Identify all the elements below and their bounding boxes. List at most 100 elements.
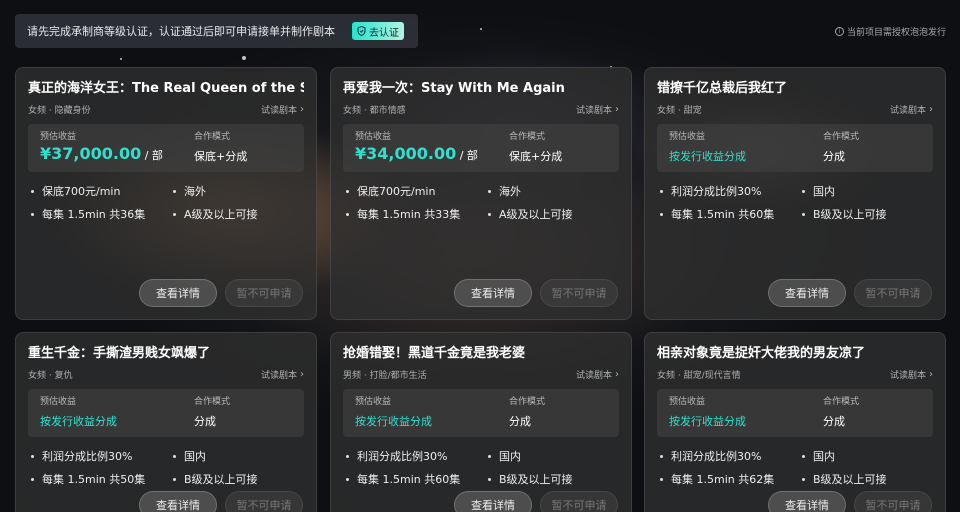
feature-text: 海外: [499, 185, 521, 198]
view-details-label: 查看详情: [156, 499, 200, 512]
apply-button-disabled: 暂不可申请: [854, 279, 932, 307]
card-genre: 女频 · 隐藏身份: [28, 105, 91, 116]
mode-label: 合作模式: [509, 132, 546, 142]
trial-script-link[interactable]: 试读剧本 ›: [890, 368, 933, 381]
income-label: 预估收益: [40, 132, 77, 142]
feature-text: A级及以上可接: [184, 208, 258, 221]
feature-item: B级及以上可接: [799, 207, 933, 222]
feature-item: B级及以上可接: [170, 472, 304, 487]
mode-label: 合作模式: [194, 397, 231, 407]
feature-text: 利润分成比例30%: [671, 450, 762, 463]
income-label: 预估收益: [355, 132, 392, 142]
bullet-dot-icon: [173, 190, 176, 193]
trial-script-link[interactable]: 试读剧本 ›: [576, 103, 619, 116]
certify-button[interactable]: 去认证: [352, 22, 404, 40]
feature-text: 利润分成比例30%: [671, 185, 762, 198]
price-unit: / 部: [144, 149, 163, 162]
script-card: 真正的海洋女王：The Real Queen of the Sea 女频 · 隐…: [15, 67, 317, 320]
feature-item: 每集 1.5min 共50集: [28, 472, 170, 487]
feature-item: 国内: [170, 449, 304, 464]
trial-script-label: 试读剧本: [575, 105, 612, 116]
cooperation-mode: 分成: [823, 415, 845, 428]
bullet-dot-icon: [660, 190, 663, 193]
feature-item: 每集 1.5min 共36集: [28, 207, 170, 222]
feature-list: 利润分成比例30% 国内 每集 1.5min 共60集 B级及以上可接: [657, 184, 933, 222]
apply-disabled-label: 暂不可申请: [865, 499, 921, 512]
view-details-label: 查看详情: [156, 287, 200, 300]
income-info-box: 预估收益 按发行收益分成 合作模式 分成: [343, 389, 619, 437]
feature-item: 海外: [485, 184, 619, 199]
bullet-dot-icon: [173, 213, 176, 216]
cooperation-mode: 分成: [194, 415, 216, 428]
trial-script-link[interactable]: 试读剧本 ›: [576, 368, 619, 381]
view-details-button[interactable]: 查看详情: [139, 491, 217, 512]
feature-item: 国内: [799, 184, 933, 199]
income-info-box: 预估收益 按发行收益分成 合作模式 分成: [657, 124, 933, 172]
income-label: 预估收益: [669, 397, 706, 407]
view-details-button[interactable]: 查看详情: [454, 279, 532, 307]
view-details-label: 查看详情: [785, 287, 829, 300]
apply-button-disabled: 暂不可申请: [854, 491, 932, 512]
feature-item: 每集 1.5min 共62集: [657, 472, 799, 487]
trial-script-link[interactable]: 试读剧本 ›: [261, 103, 304, 116]
income-share-text: 按发行收益分成: [355, 415, 432, 428]
bullet-dot-icon: [173, 455, 176, 458]
card-genre: 女频 · 复仇: [28, 370, 73, 381]
bullet-dot-icon: [346, 213, 349, 216]
notice-text: 请先完成承制商等级认证，认证通过后即可申请接单并制作剧本: [27, 25, 335, 38]
cooperation-mode: 保底+分成: [194, 150, 248, 163]
card-title: 抢婚错娶！黑道千金竟是我老婆: [343, 346, 526, 361]
feature-list: 利润分成比例30% 国内 每集 1.5min 共60集 B级及以上可接: [343, 449, 619, 487]
bullet-dot-icon: [802, 213, 805, 216]
bullet-dot-icon: [802, 455, 805, 458]
view-details-label: 查看详情: [471, 287, 515, 300]
cooperation-mode: 分成: [509, 415, 531, 428]
card-genre: 男频 · 打脸/都市生活: [343, 370, 427, 381]
income-share-text: 按发行收益分成: [669, 150, 746, 163]
view-details-button[interactable]: 查看详情: [768, 491, 846, 512]
feature-text: 海外: [184, 185, 206, 198]
feature-text: 国内: [813, 185, 835, 198]
authorization-note: i 当前项目需授权泡泡发行: [834, 25, 946, 38]
chevron-right-icon: ›: [929, 103, 933, 115]
cooperation-mode: 保底+分成: [509, 150, 563, 163]
feature-item: A级及以上可接: [485, 207, 619, 222]
trial-script-link[interactable]: 试读剧本 ›: [261, 368, 304, 381]
trial-script-link[interactable]: 试读剧本 ›: [890, 103, 933, 116]
apply-disabled-label: 暂不可申请: [551, 499, 607, 512]
apply-disabled-label: 暂不可申请: [236, 287, 292, 300]
card-title: 真正的海洋女王：The Real Queen of the Sea: [28, 81, 304, 96]
income-label: 预估收益: [355, 397, 392, 407]
bullet-dot-icon: [660, 213, 663, 216]
mode-label: 合作模式: [194, 132, 231, 142]
feature-item: 国内: [485, 449, 619, 464]
income-label: 预估收益: [669, 132, 706, 142]
view-details-label: 查看详情: [785, 499, 829, 512]
cooperation-mode: 分成: [823, 150, 845, 163]
feature-text: 每集 1.5min 共33集: [357, 208, 461, 221]
feature-item: 保底700元/min: [343, 184, 485, 199]
script-card: 错撩千亿总裁后我红了 女频 · 甜宠 试读剧本 › 预估收益 按发行收益分成 合…: [644, 67, 946, 320]
feature-item: 利润分成比例30%: [657, 449, 799, 464]
feature-text: 每集 1.5min 共62集: [671, 473, 775, 486]
bullet-dot-icon: [346, 478, 349, 481]
price-unit: / 部: [459, 149, 478, 162]
feature-item: 国内: [799, 449, 933, 464]
mode-label: 合作模式: [509, 397, 546, 407]
feature-text: 国内: [184, 450, 206, 463]
view-details-button[interactable]: 查看详情: [454, 491, 532, 512]
bullet-dot-icon: [173, 478, 176, 481]
bullet-dot-icon: [488, 190, 491, 193]
bullet-dot-icon: [31, 190, 34, 193]
feature-item: A级及以上可接: [170, 207, 304, 222]
bullet-dot-icon: [346, 455, 349, 458]
estimated-price: ¥34,000.00: [355, 144, 457, 163]
view-details-button[interactable]: 查看详情: [139, 279, 217, 307]
income-share-text: 按发行收益分成: [40, 415, 117, 428]
chevron-right-icon: ›: [300, 368, 304, 380]
bullet-dot-icon: [31, 455, 34, 458]
feature-text: 保底700元/min: [357, 185, 436, 198]
feature-item: 每集 1.5min 共33集: [343, 207, 485, 222]
estimated-price: ¥37,000.00: [40, 144, 142, 163]
view-details-button[interactable]: 查看详情: [768, 279, 846, 307]
